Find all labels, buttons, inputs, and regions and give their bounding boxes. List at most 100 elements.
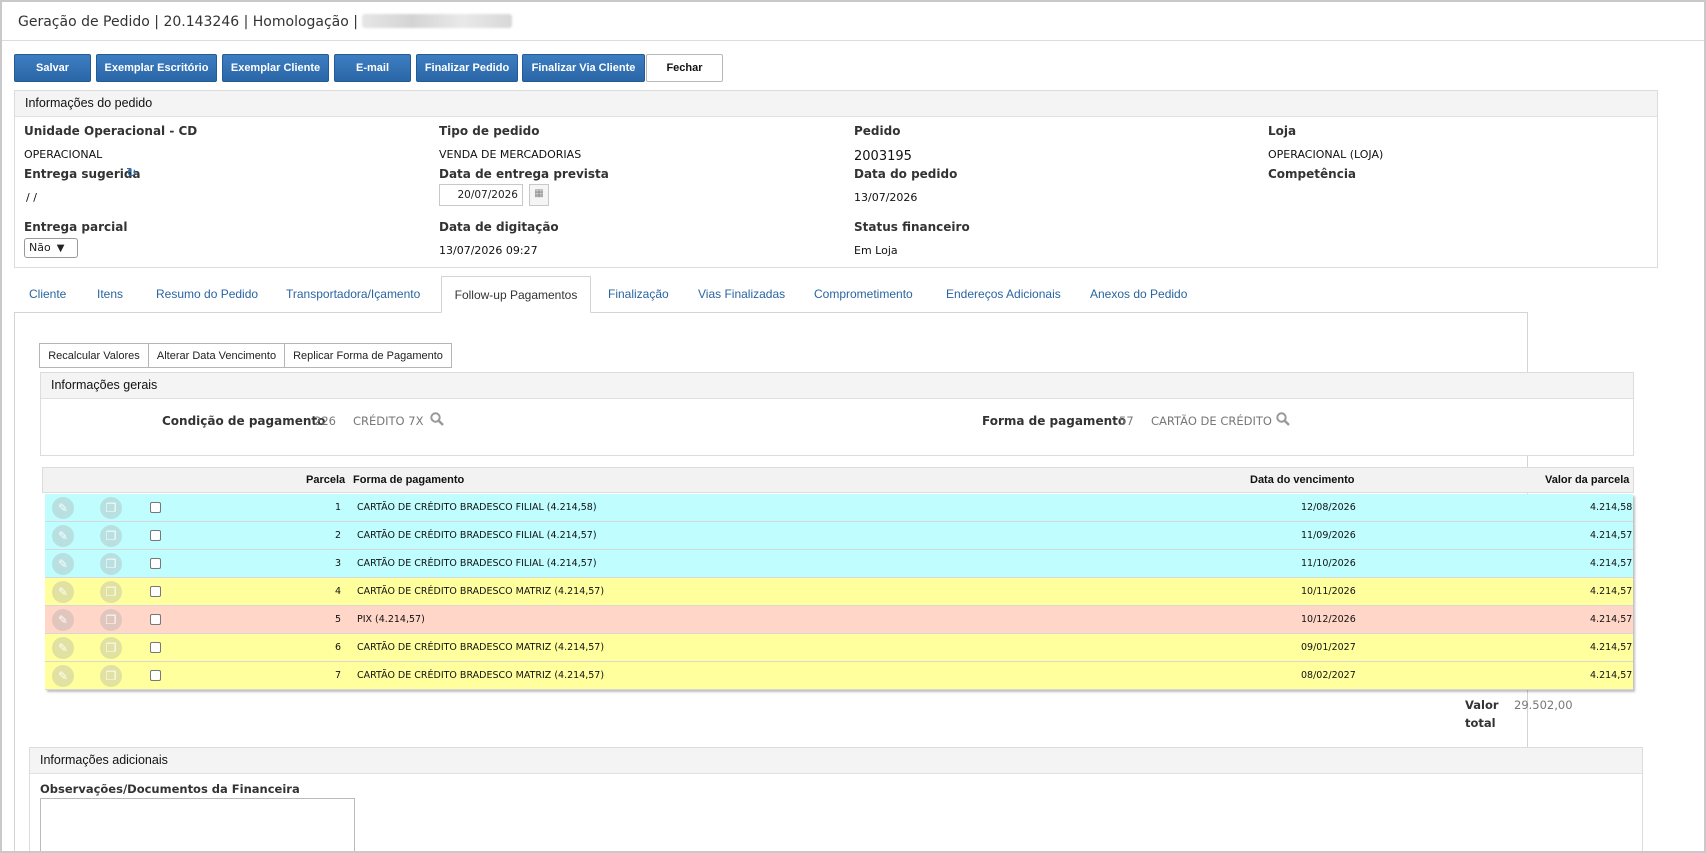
row-checkbox[interactable]: [150, 642, 161, 653]
order-info-panel: Informações do pedido: [14, 90, 1658, 268]
tab-comprometimento[interactable]: Comprometimento: [814, 276, 913, 312]
search-icon[interactable]: [430, 412, 444, 426]
tab-cliente[interactable]: Cliente: [29, 276, 66, 312]
pencil-icon[interactable]: ✎: [52, 665, 74, 687]
document-icon[interactable]: ❐: [100, 581, 122, 603]
tab-anexos[interactable]: Anexos do Pedido: [1090, 276, 1187, 312]
tab-enderecos[interactable]: Endereços Adicionais: [946, 276, 1061, 312]
row-checkbox[interactable]: [150, 670, 161, 681]
cell-parcela: 7: [335, 670, 342, 681]
save-button[interactable]: Salvar: [14, 54, 91, 82]
pencil-icon[interactable]: ✎: [52, 637, 74, 659]
entrega-parcial-value: Não: [29, 241, 51, 254]
data-entrega-input[interactable]: 20/07/2026: [439, 184, 523, 206]
general-info-header: Informações gerais: [41, 373, 1633, 399]
cell-vencimento: 10/11/2026: [1301, 586, 1356, 597]
cell-valor: 4.214,57: [1590, 642, 1633, 653]
pencil-icon[interactable]: ✎: [52, 497, 74, 519]
entrega-parcial-select[interactable]: Não ▼: [24, 238, 78, 258]
replicate-payment-button[interactable]: Replicar Forma de Pagamento: [284, 343, 452, 368]
additional-info-header: Informações adicionais: [30, 748, 1642, 774]
document-icon[interactable]: ❐: [100, 665, 122, 687]
pedido-value: 2003195: [854, 149, 912, 164]
tab-transportadora[interactable]: Transportadora/Içamento: [286, 276, 420, 312]
cell-parcela: 4: [335, 586, 342, 597]
pedido-label: Pedido: [854, 124, 901, 138]
tab-itens[interactable]: Itens: [97, 276, 123, 312]
office-copy-button[interactable]: Exemplar Escritório: [96, 54, 217, 82]
tab-resumo[interactable]: Resumo do Pedido: [156, 276, 258, 312]
change-due-date-button[interactable]: Alterar Data Vencimento: [148, 343, 285, 368]
row-checkbox[interactable]: [150, 502, 161, 513]
document-icon[interactable]: ❐: [100, 497, 122, 519]
total-label-1: Valor: [1465, 698, 1499, 712]
table-row[interactable]: ✎ ❐ 2 CARTÃO DE CRÉDITO BRADESCO FILIAL …: [45, 522, 1633, 550]
chevron-down-icon: ▼: [56, 243, 65, 254]
cell-vencimento: 11/10/2026: [1301, 558, 1356, 569]
cell-forma: CARTÃO DE CRÉDITO BRADESCO MATRIZ (4.214…: [357, 670, 605, 681]
table-row[interactable]: ✎ ❐ 6 CARTÃO DE CRÉDITO BRADESCO MATRIZ …: [45, 634, 1633, 662]
window-title-bar: Geração de Pedido | 20.143246 | Homologa…: [2, 2, 1704, 41]
cell-valor: 4.214,57: [1590, 614, 1633, 625]
data-digitacao-label: Data de digitação: [439, 220, 559, 234]
entrega-parcial-label: Entrega parcial: [24, 220, 128, 234]
status-value: Em Loja: [854, 244, 898, 257]
tipo-label: Tipo de pedido: [439, 124, 540, 138]
app-window: Geração de Pedido | 20.143246 | Homologa…: [0, 0, 1706, 853]
pencil-icon[interactable]: ✎: [52, 609, 74, 631]
condicao-desc: CRÉDITO 7X: [353, 414, 424, 428]
table-row[interactable]: ✎ ❐ 5 PIX (4.214,57) 10/12/2026 4.214,57: [45, 606, 1633, 634]
close-button[interactable]: Fechar: [646, 54, 723, 82]
calendar-icon[interactable]: ▦: [529, 184, 549, 206]
cell-vencimento: 08/02/2027: [1301, 670, 1356, 681]
refresh-icon[interactable]: ↻: [126, 166, 137, 181]
cell-forma: CARTÃO DE CRÉDITO BRADESCO FILIAL (4.214…: [357, 558, 597, 569]
loja-label: Loja: [1268, 124, 1297, 138]
cell-valor: 4.214,57: [1590, 586, 1633, 597]
row-checkbox[interactable]: [150, 614, 161, 625]
grid-header: Parcela Forma de pagamento Data do venci…: [42, 467, 1634, 493]
cell-parcela: 3: [335, 558, 342, 569]
search-icon[interactable]: [1276, 412, 1290, 426]
cell-forma: PIX (4.214,57): [357, 614, 425, 625]
table-row[interactable]: ✎ ❐ 7 CARTÃO DE CRÉDITO BRADESCO MATRIZ …: [45, 662, 1633, 690]
table-row[interactable]: ✎ ❐ 1 CARTÃO DE CRÉDITO BRADESCO FILIAL …: [45, 494, 1633, 522]
pencil-icon[interactable]: ✎: [52, 553, 74, 575]
finalize-via-client-button[interactable]: Finalizar Via Cliente: [522, 54, 645, 82]
client-copy-button[interactable]: Exemplar Cliente: [222, 54, 329, 82]
table-row[interactable]: ✎ ❐ 3 CARTÃO DE CRÉDITO BRADESCO FILIAL …: [45, 550, 1633, 578]
cell-parcela: 2: [335, 530, 342, 541]
forma-code: 57: [1119, 414, 1134, 428]
total-label-2: total: [1465, 716, 1496, 730]
data-pedido-label: Data do pedido: [854, 167, 958, 181]
cell-vencimento: 09/01/2027: [1301, 642, 1356, 653]
document-icon[interactable]: ❐: [100, 609, 122, 631]
obs-textarea[interactable]: [40, 798, 355, 851]
condicao-label: Condição de pagamento: [162, 414, 326, 428]
table-row[interactable]: ✎ ❐ 4 CARTÃO DE CRÉDITO BRADESCO MATRIZ …: [45, 578, 1633, 606]
finalize-order-button[interactable]: Finalizar Pedido: [416, 54, 518, 82]
redacted-text: [362, 14, 513, 28]
row-checkbox[interactable]: [150, 586, 161, 597]
email-button[interactable]: E-mail: [334, 54, 411, 82]
cell-valor: 4.214,57: [1590, 558, 1633, 569]
data-digitacao-value: 13/07/2026 09:27: [439, 244, 538, 257]
cell-parcela: 5: [335, 614, 342, 625]
tab-finalizacao[interactable]: Finalização: [608, 276, 669, 312]
row-checkbox[interactable]: [150, 558, 161, 569]
pencil-icon[interactable]: ✎: [52, 581, 74, 603]
tab-follow-up-pagamentos[interactable]: Follow-up Pagamentos: [441, 276, 591, 313]
cell-forma: CARTÃO DE CRÉDITO BRADESCO FILIAL (4.214…: [357, 530, 597, 541]
row-checkbox[interactable]: [150, 530, 161, 541]
competencia-label: Competência: [1268, 167, 1357, 181]
document-icon[interactable]: ❐: [100, 525, 122, 547]
tab-vias-finalizadas[interactable]: Vias Finalizadas: [698, 276, 785, 312]
document-icon[interactable]: ❐: [100, 637, 122, 659]
entrega-sugerida-value: / /: [26, 191, 37, 204]
status-label: Status financeiro: [854, 220, 970, 234]
recalculate-button[interactable]: Recalcular Valores: [39, 343, 149, 368]
forma-label: Forma de pagamento: [982, 414, 1127, 428]
document-icon[interactable]: ❐: [100, 553, 122, 575]
total-value: 29.502,00: [1514, 698, 1573, 712]
pencil-icon[interactable]: ✎: [52, 525, 74, 547]
